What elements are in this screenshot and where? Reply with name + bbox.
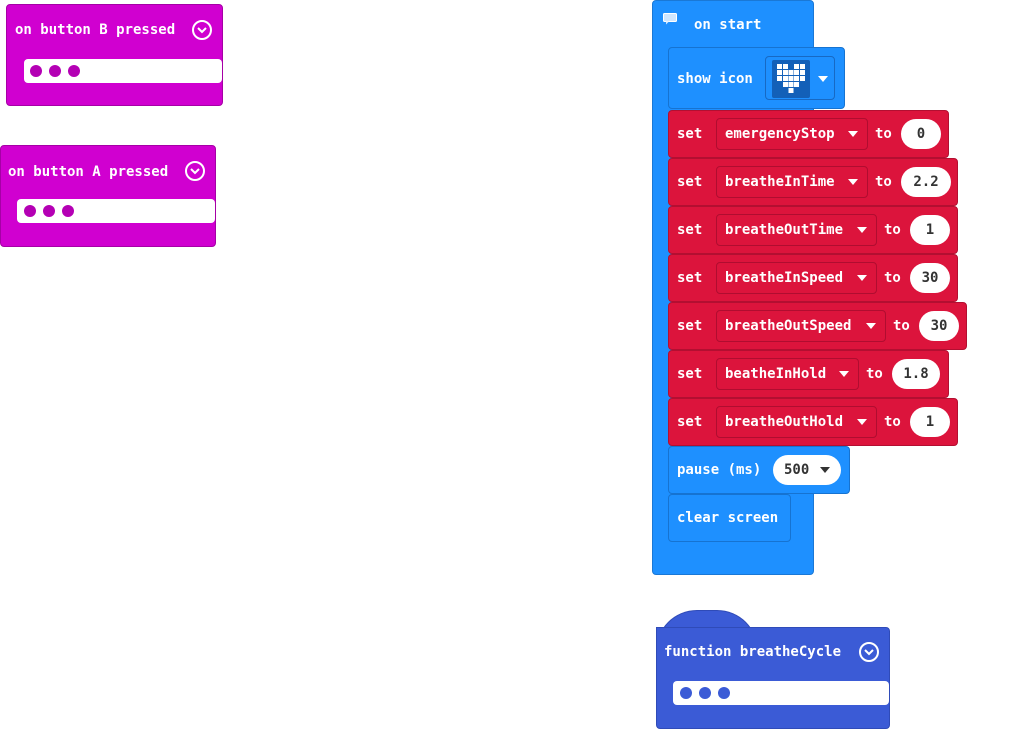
- show-icon-block[interactable]: show icon: [668, 47, 845, 109]
- set-variable-block[interactable]: set emergencyStop to 0: [668, 110, 949, 158]
- set-keyword: set: [677, 270, 703, 286]
- collapsed-statement-bar[interactable]: [673, 681, 889, 705]
- ellipsis-dot-icon: [718, 687, 730, 699]
- collapse-chevron-icon[interactable]: [859, 642, 879, 662]
- variable-dropdown[interactable]: emergencyStop: [716, 118, 868, 150]
- variable-name: breatheOutTime: [725, 222, 844, 238]
- ellipsis-dot-icon: [49, 65, 61, 77]
- variable-name: breatheOutSpeed: [725, 318, 852, 334]
- pause-block[interactable]: pause (ms) 500: [668, 446, 850, 494]
- to-keyword: to: [875, 174, 892, 190]
- variable-name: beatheInHold: [725, 366, 827, 382]
- dropdown-caret-icon: [848, 179, 858, 185]
- variable-name: breatheOutHold: [725, 414, 844, 430]
- collapsed-statement-bar[interactable]: [17, 199, 215, 223]
- variable-name: breatheInTime: [725, 174, 835, 190]
- value-input[interactable]: 1: [910, 215, 950, 245]
- set-keyword: set: [677, 414, 703, 430]
- collapse-chevron-icon[interactable]: [192, 20, 212, 40]
- ellipsis-dot-icon: [680, 687, 692, 699]
- block-label: on button B pressed: [15, 22, 176, 38]
- to-keyword: to: [884, 414, 901, 430]
- variable-name: emergencyStop: [725, 126, 835, 142]
- variable-dropdown[interactable]: breatheInSpeed: [716, 262, 877, 294]
- set-variable-block[interactable]: set breatheOutHold to 1: [668, 398, 958, 446]
- block-label: on button A pressed: [8, 164, 169, 180]
- set-variable-block[interactable]: set breatheOutSpeed to 30: [668, 302, 967, 350]
- value-input[interactable]: 30: [910, 263, 950, 293]
- set-variable-block[interactable]: set beatheInHold to 1.8: [668, 350, 949, 398]
- value-input[interactable]: 2.2: [901, 167, 951, 197]
- to-keyword: to: [866, 366, 883, 382]
- set-keyword: set: [677, 366, 703, 382]
- ellipsis-dot-icon: [699, 687, 711, 699]
- collapse-chevron-icon[interactable]: [185, 161, 205, 181]
- dropdown-caret-icon: [857, 419, 867, 425]
- ellipsis-dot-icon: [24, 205, 36, 217]
- to-keyword: to: [893, 318, 910, 334]
- to-keyword: to: [875, 126, 892, 142]
- ellipsis-dot-icon: [68, 65, 80, 77]
- set-keyword: set: [677, 174, 703, 190]
- set-variable-block[interactable]: set breatheInTime to 2.2: [668, 158, 958, 206]
- dropdown-caret-icon: [820, 467, 830, 473]
- ellipsis-dot-icon: [30, 65, 42, 77]
- clear-screen-block[interactable]: clear screen: [668, 494, 791, 542]
- dropdown-caret-icon: [857, 275, 867, 281]
- dropdown-caret-icon: [839, 371, 849, 377]
- value-input[interactable]: 0: [901, 119, 941, 149]
- block-label: on start: [694, 17, 762, 33]
- to-keyword: to: [884, 270, 901, 286]
- value-input[interactable]: 30: [919, 311, 959, 341]
- comment-icon[interactable]: [663, 13, 677, 25]
- pause-duration-value: 500: [784, 462, 810, 478]
- ellipsis-dot-icon: [43, 205, 55, 217]
- dropdown-caret-icon: [848, 131, 858, 137]
- on-button-a-pressed-block[interactable]: on button A pressed: [0, 145, 216, 247]
- to-keyword: to: [884, 222, 901, 238]
- set-keyword: set: [677, 318, 703, 334]
- set-variable-block[interactable]: set breatheInSpeed to 30: [668, 254, 958, 302]
- value-input[interactable]: 1: [910, 407, 950, 437]
- icon-picker[interactable]: [765, 56, 835, 100]
- collapsed-statement-bar[interactable]: [24, 59, 222, 83]
- variable-dropdown[interactable]: breatheInTime: [716, 166, 868, 198]
- pause-duration-dropdown[interactable]: 500: [773, 455, 841, 485]
- block-label: show icon: [677, 71, 753, 87]
- on-button-b-pressed-block[interactable]: on button B pressed: [6, 4, 223, 106]
- dropdown-caret-icon: [818, 76, 828, 82]
- set-keyword: set: [677, 126, 703, 142]
- block-label: pause (ms): [677, 462, 762, 478]
- block-label: clear screen: [677, 510, 779, 526]
- variable-dropdown[interactable]: breatheOutTime: [716, 214, 877, 246]
- block-label: function breatheCycle: [664, 644, 842, 660]
- heart-icon: [772, 60, 810, 98]
- function-breathecycle-block[interactable]: function breatheCycle: [656, 627, 890, 729]
- variable-dropdown[interactable]: beatheInHold: [716, 358, 859, 390]
- variable-dropdown[interactable]: breatheOutSpeed: [716, 310, 886, 342]
- variable-dropdown[interactable]: breatheOutHold: [716, 406, 877, 438]
- dropdown-caret-icon: [866, 323, 876, 329]
- ellipsis-dot-icon: [62, 205, 74, 217]
- variable-name: breatheInSpeed: [725, 270, 844, 286]
- dropdown-caret-icon: [857, 227, 867, 233]
- value-input[interactable]: 1.8: [892, 359, 940, 389]
- set-keyword: set: [677, 222, 703, 238]
- set-variable-block[interactable]: set breatheOutTime to 1: [668, 206, 958, 254]
